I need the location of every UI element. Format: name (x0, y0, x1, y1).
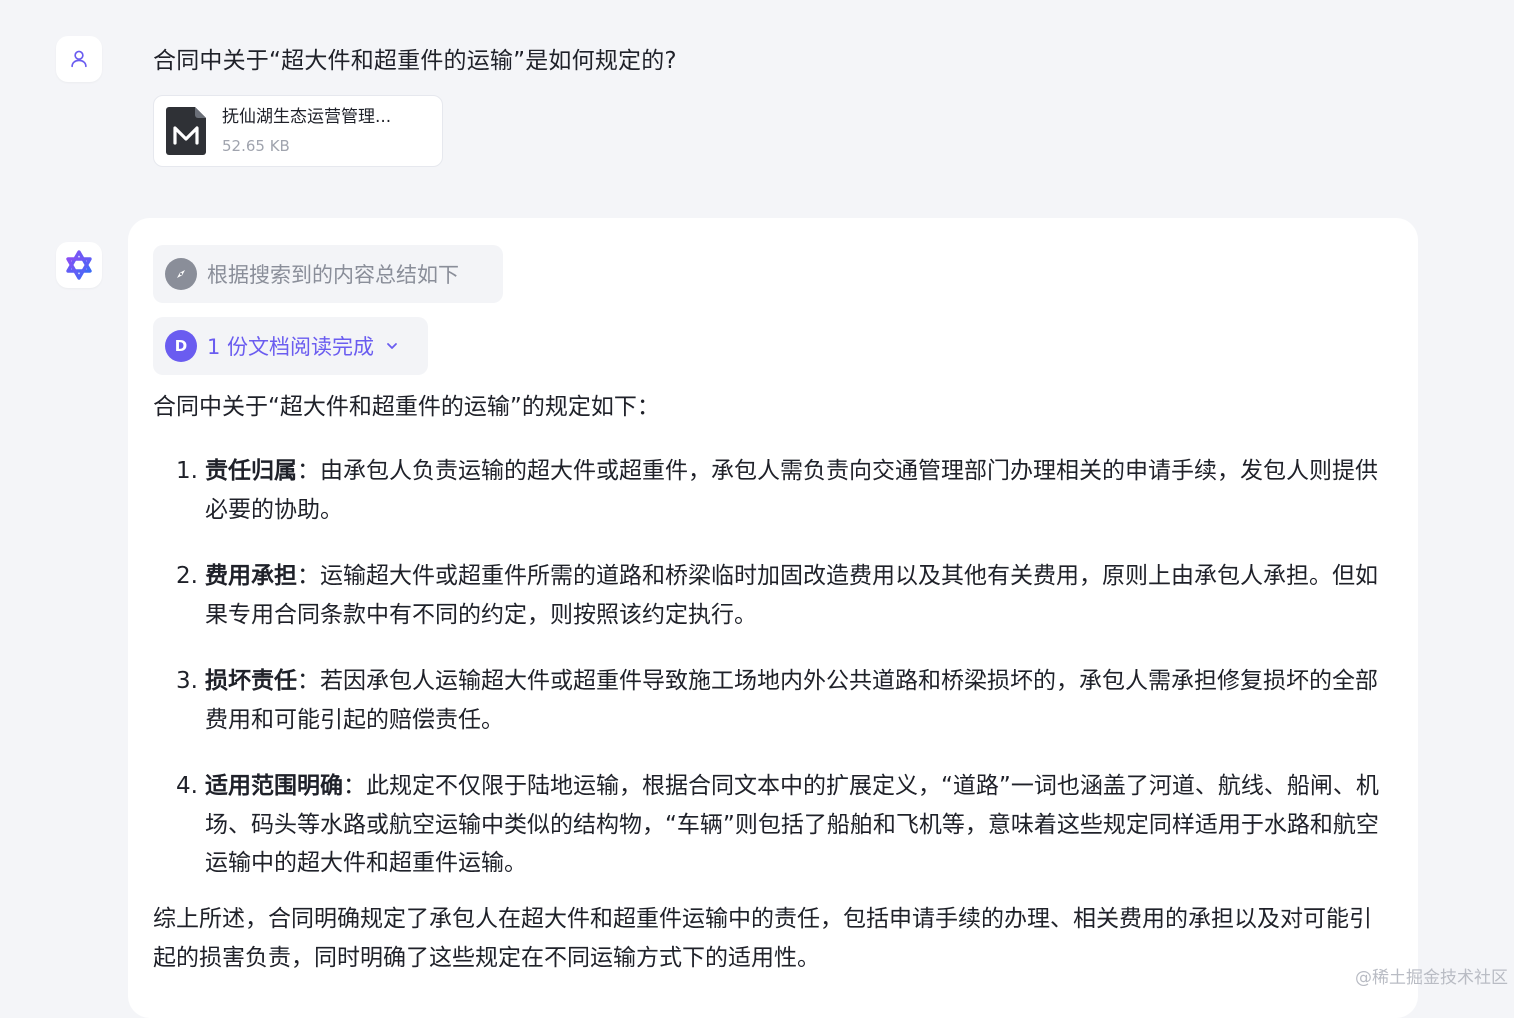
search-status-text: 根据搜索到的内容总结如下 (207, 259, 459, 289)
list-item-text: 若因承包人运输超大件或超重件导致施工场地内外公共道路和桥梁损坏的，承包人需承担修… (205, 668, 1378, 733)
list-item-body: 适用范围明确：此规定不仅限于陆地运输，根据合同文本中的扩展定义，“道路”一词也涵… (205, 767, 1391, 883)
answer-intro: 合同中关于“超大件和超重件的运输”的规定如下： (153, 390, 660, 424)
assistant-logo-icon (63, 249, 95, 281)
list-item: 3. 损坏责任：若因承包人运输超大件或超重件导致施工场地内外公共道路和桥梁损坏的… (176, 662, 1391, 739)
attachment-meta: 抚仙湖生态运营管理... 52.65 KB (222, 105, 391, 157)
answer-card: 根据搜索到的内容总结如下 D 1 份文档阅读完成 合同中关于“超大件和超重件的运… (128, 218, 1418, 1018)
list-item-text: 此规定不仅限于陆地运输，根据合同文本中的扩展定义，“道路”一词也涵盖了河道、航线… (205, 773, 1379, 876)
list-item-title: 责任归属 (205, 458, 297, 484)
document-badge-icon: D (165, 330, 197, 362)
answer-summary: 综上所述，合同明确规定了承包人在超大件和超重件运输中的责任，包括申请手续的办理、… (153, 900, 1393, 977)
list-item-separator: ： (343, 773, 366, 799)
list-item-text: 由承包人负责运输的超大件或超重件，承包人需负责向交通管理部门办理相关的申请手续，… (205, 458, 1378, 523)
docs-read-toggle[interactable]: D 1 份文档阅读完成 (153, 317, 428, 375)
list-item-separator: ： (297, 563, 320, 589)
compass-icon (165, 258, 197, 290)
user-avatar (56, 36, 102, 82)
user-question: 合同中关于“超大件和超重件的运输”是如何规定的? (153, 44, 677, 78)
list-item: 4. 适用范围明确：此规定不仅限于陆地运输，根据合同文本中的扩展定义，“道路”一… (176, 767, 1391, 883)
search-status-pill: 根据搜索到的内容总结如下 (153, 245, 503, 303)
list-item-number: 1. (176, 452, 205, 529)
list-item-number: 4. (176, 767, 205, 883)
user-icon (68, 48, 90, 70)
list-item-body: 费用承担：运输超大件或超重件所需的道路和桥梁临时加固改造费用以及其他有关费用，原… (205, 557, 1391, 634)
markdown-file-icon (166, 107, 206, 155)
attachment-card[interactable]: 抚仙湖生态运营管理... 52.65 KB (153, 95, 443, 167)
docs-read-status: 1 份文档阅读完成 (207, 331, 374, 361)
list-item-title: 损坏责任 (205, 668, 297, 694)
attachment-name: 抚仙湖生态运营管理... (222, 105, 391, 129)
assistant-avatar (56, 242, 102, 288)
attachment-size: 52.65 KB (222, 135, 391, 157)
list-item-body: 损坏责任：若因承包人运输超大件或超重件导致施工场地内外公共道路和桥梁损坏的，承包… (205, 662, 1391, 739)
list-item-text: 运输超大件或超重件所需的道路和桥梁临时加固改造费用以及其他有关费用，原则上由承包… (205, 563, 1378, 628)
list-item-separator: ： (297, 458, 320, 484)
list-item-title: 费用承担 (205, 563, 297, 589)
watermark: @稀土掘金技术社区 (1355, 963, 1508, 988)
list-item: 1. 责任归属：由承包人负责运输的超大件或超重件，承包人需负责向交通管理部门办理… (176, 452, 1391, 529)
list-item-number: 3. (176, 662, 205, 739)
list-item: 2. 费用承担：运输超大件或超重件所需的道路和桥梁临时加固改造费用以及其他有关费… (176, 557, 1391, 634)
list-item-separator: ： (297, 668, 320, 694)
chevron-down-icon (384, 338, 400, 354)
list-item-number: 2. (176, 557, 205, 634)
list-item-body: 责任归属：由承包人负责运输的超大件或超重件，承包人需负责向交通管理部门办理相关的… (205, 452, 1391, 529)
answer-list: 1. 责任归属：由承包人负责运输的超大件或超重件，承包人需负责向交通管理部门办理… (176, 452, 1391, 911)
list-item-title: 适用范围明确 (205, 773, 343, 799)
